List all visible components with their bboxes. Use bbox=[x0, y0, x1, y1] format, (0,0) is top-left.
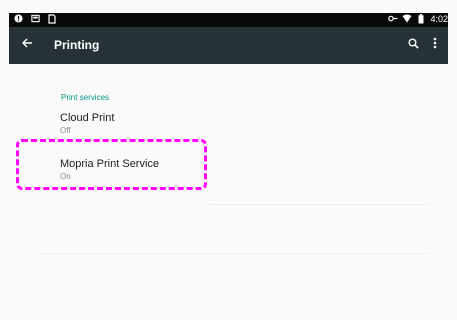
vpn-key-icon bbox=[388, 14, 398, 25]
status-bar-left bbox=[13, 14, 57, 25]
divider bbox=[209, 204, 429, 205]
back-arrow-icon bbox=[21, 36, 33, 54]
search-icon bbox=[408, 36, 419, 54]
highlight-annotation-box bbox=[16, 139, 207, 190]
overflow-menu-button[interactable] bbox=[426, 36, 444, 54]
more-vert-icon bbox=[433, 36, 437, 54]
screenshot-icon bbox=[30, 14, 40, 25]
back-button[interactable] bbox=[17, 35, 37, 55]
app-bar: Printing bbox=[9, 27, 448, 64]
battery-icon bbox=[416, 14, 426, 25]
settings-screen: 4:02 Printing Print services Cloud Print… bbox=[0, 0, 457, 320]
list-item-summary: Off bbox=[60, 126, 71, 135]
settings-list: Print services Cloud Print Off Mopria Pr… bbox=[9, 64, 448, 320]
status-bar-right: 4:02 bbox=[388, 14, 448, 25]
page-title: Printing bbox=[54, 38, 100, 52]
alert-icon bbox=[13, 14, 23, 25]
sim-icon bbox=[47, 14, 57, 25]
status-bar: 4:02 bbox=[9, 13, 448, 27]
search-button[interactable] bbox=[404, 36, 422, 54]
divider bbox=[39, 253, 429, 254]
list-item-title: Cloud Print bbox=[60, 112, 115, 124]
status-clock: 4:02 bbox=[430, 14, 448, 24]
wifi-icon bbox=[402, 14, 412, 25]
section-header-print-services: Print services bbox=[61, 93, 110, 102]
